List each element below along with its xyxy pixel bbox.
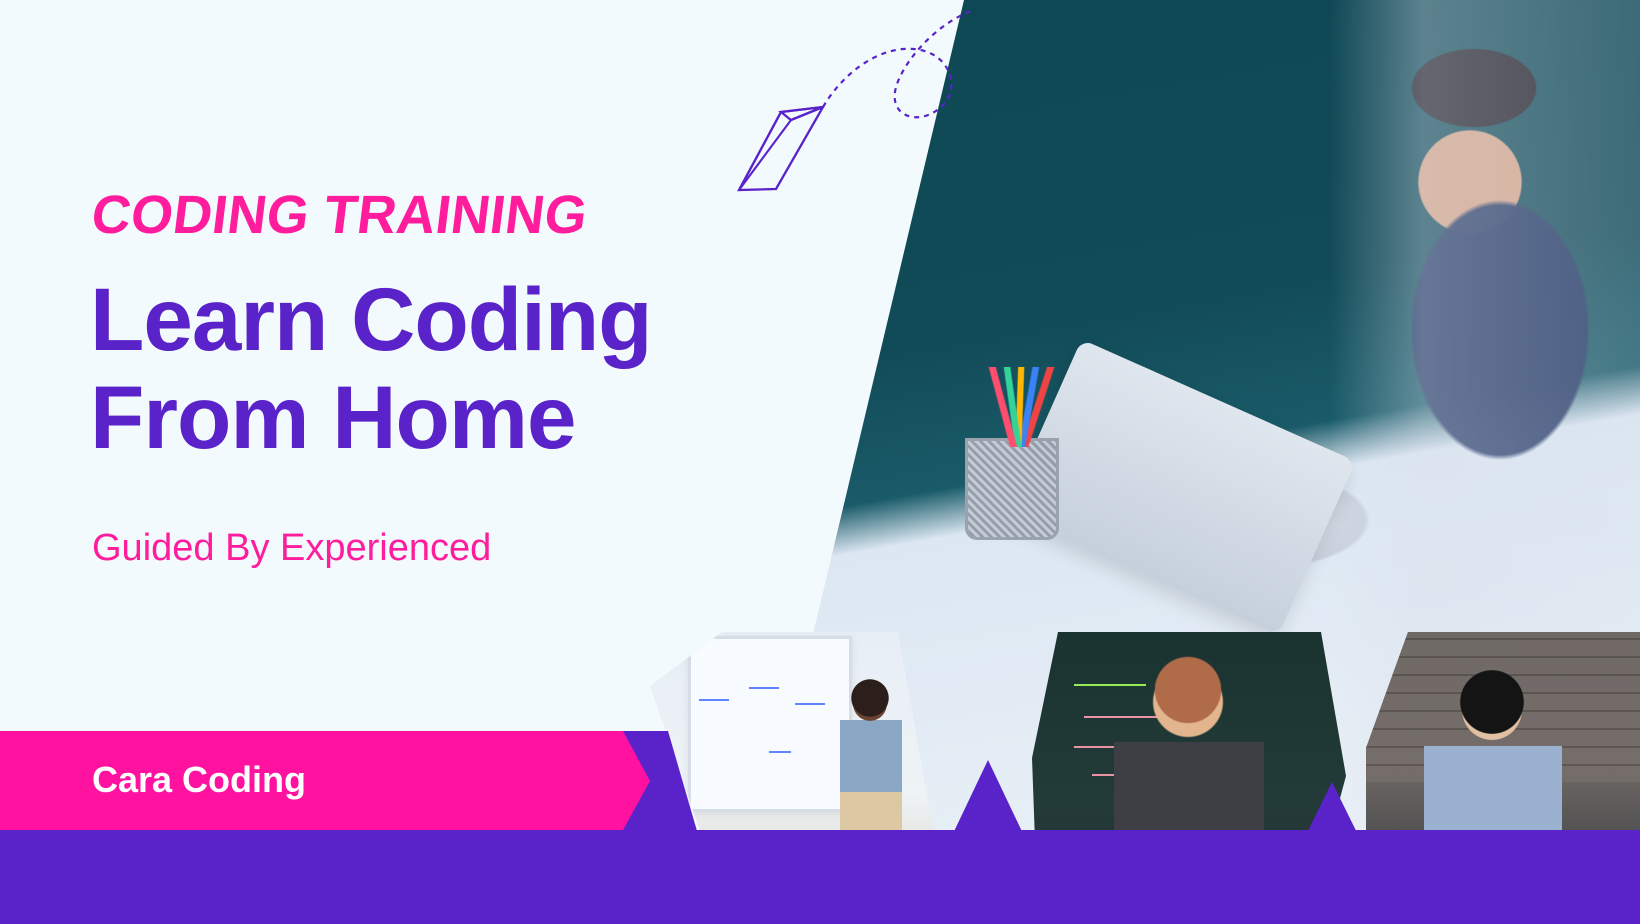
headline-line-1: Learn Coding: [90, 269, 653, 369]
paper-plane-icon: [737, 8, 975, 192]
eyebrow-heading: CODING TRAINING: [88, 185, 591, 245]
brand-label: Cara Coding: [92, 759, 307, 800]
subheadline: Guided By Experienced: [92, 527, 492, 569]
headline-line-2: From Home: [90, 367, 576, 467]
pen-cup-image: [950, 367, 1070, 540]
main-headline: Learn Coding From Home: [90, 270, 790, 466]
